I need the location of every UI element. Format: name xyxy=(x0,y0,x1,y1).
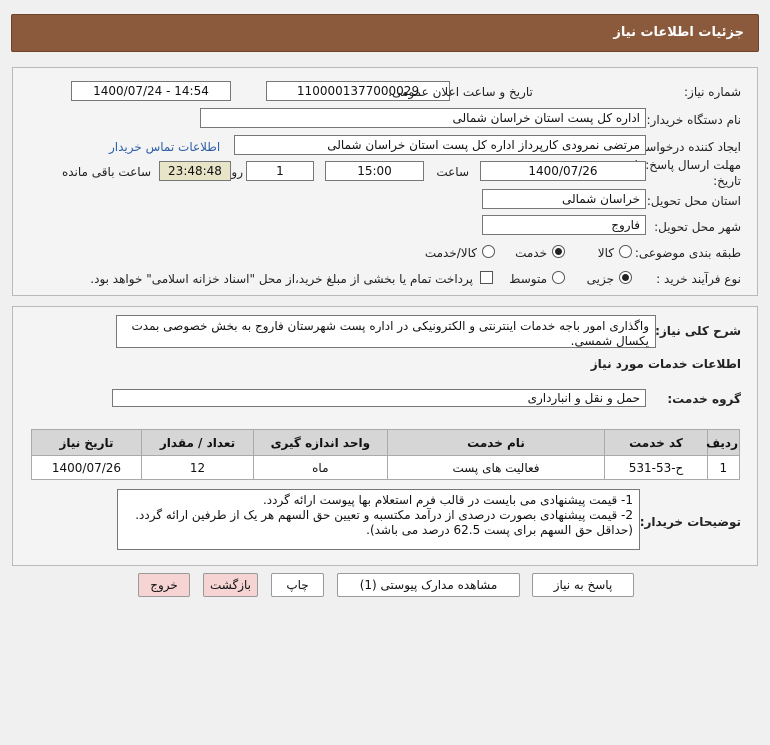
services-table-header: ردیف کد خدمت نام خدمت واحد اندازه گیری ت… xyxy=(31,429,741,456)
need-number-label: شماره نیاز: xyxy=(684,85,741,99)
cell-name: فعالیت های پست xyxy=(386,455,606,480)
category-option-goods: کالا xyxy=(597,246,614,260)
buyer-org-field: اداره کل پست استان خراسان شمالی xyxy=(200,108,646,128)
buyer-note-line: 1- قیمت پیشنهادی می بایست در قالب فرم اس… xyxy=(262,493,633,507)
buyer-notes-label: توضیحات خریدار: xyxy=(639,515,741,529)
process-option-medium: متوسط xyxy=(509,272,547,286)
requester-label: ایجاد کننده درخواست: xyxy=(630,140,741,154)
province-label: استان محل تحویل: xyxy=(646,194,741,208)
reply-button[interactable]: پاسخ به نیاز xyxy=(532,573,634,597)
summary-text: واگذاری امور باجه خدمات اینترنتی و الکتر… xyxy=(116,315,656,348)
buyer-note-line: (حداقل حق السهم برای پست 62.5 درصد می با… xyxy=(366,523,633,537)
process-option-minor: جزیی xyxy=(586,272,614,286)
days-field: 1 xyxy=(246,161,314,181)
page-header: جزئیات اطلاعات نیاز xyxy=(11,14,759,52)
city-label: شهر محل تحویل: xyxy=(654,220,741,234)
category-option-service: خدمت xyxy=(515,246,547,260)
deadline-label: مهلت ارسال پاسخ: تا xyxy=(634,158,741,172)
cell-date: 1400/07/26 xyxy=(31,455,142,480)
category-radio-goods-service[interactable] xyxy=(482,245,495,258)
category-radio-goods[interactable] xyxy=(619,245,632,258)
print-button[interactable]: چاپ xyxy=(271,573,324,597)
table-row: 1 ح-53-531 فعالیت های پست ماه 12 1400/07… xyxy=(31,455,741,480)
deadline-time-field: 15:00 xyxy=(325,161,424,181)
deadline-date-label: تاریخ: xyxy=(713,174,741,188)
view-attachments-button[interactable]: مشاهده مدارک پیوستی (1) xyxy=(337,573,520,597)
col-unit: واحد اندازه گیری xyxy=(253,429,388,456)
page-title: جزئیات اطلاعات نیاز xyxy=(613,25,744,40)
buyer-note-line: 2- قیمت پیشنهادی بصورت درصدی از درآمد مک… xyxy=(135,508,633,522)
back-button[interactable]: بازگشت xyxy=(203,573,258,597)
treasury-payment-note: پرداخت تمام یا بخشی از مبلغ خرید،از محل … xyxy=(90,272,473,286)
remaining-time-field: 23:48:48 xyxy=(159,161,231,181)
cell-unit: ماه xyxy=(253,455,388,480)
col-code: کد خدمت xyxy=(604,429,708,456)
summary-label: شرح کلی نیاز: xyxy=(655,324,741,338)
remaining-label: ساعت باقی مانده xyxy=(61,165,151,179)
buyer-contact-link[interactable]: اطلاعات تماس خریدار xyxy=(109,140,220,154)
city-field: فاروج xyxy=(482,215,646,235)
col-qty: تعداد / مقدار xyxy=(140,429,255,456)
exit-button[interactable]: خروج xyxy=(138,573,190,597)
process-label: نوع فرآیند خرید : xyxy=(656,272,741,286)
process-radio-minor[interactable] xyxy=(619,271,632,284)
cell-code: ح-53-531 xyxy=(604,455,708,480)
need-items-panel: شرح کلی نیاز: واگذاری امور باجه خدمات ای… xyxy=(12,306,758,566)
buyer-notes-text: 1- قیمت پیشنهادی می بایست در قالب فرم اس… xyxy=(117,489,640,550)
category-option-goods-service: کالا/خدمت xyxy=(424,246,477,260)
deadline-time-label: ساعت xyxy=(436,165,469,179)
service-group-field: حمل و نقل و انبارداری xyxy=(112,389,646,407)
cell-qty: 12 xyxy=(140,455,255,480)
col-date: تاریخ نیاز xyxy=(31,429,142,456)
col-name: نام خدمت xyxy=(386,429,606,456)
announce-date-field: 1400/07/24 - 14:54 xyxy=(71,81,231,101)
services-section-title: اطلاعات خدمات مورد نیاز xyxy=(590,357,741,371)
services-table: ردیف کد خدمت نام خدمت واحد اندازه گیری ت… xyxy=(31,429,741,480)
announce-date-label: تاریخ و ساعت اعلان عمومی: xyxy=(388,85,533,99)
service-group-label: گروه خدمت: xyxy=(667,392,741,406)
col-row: ردیف xyxy=(706,429,741,456)
buyer-org-label: نام دستگاه خریدار: xyxy=(646,113,742,127)
category-label: طبقه بندی موضوعی: xyxy=(634,246,741,260)
category-radio-service[interactable] xyxy=(552,245,565,258)
treasury-payment-checkbox[interactable] xyxy=(480,271,493,284)
province-field: خراسان شمالی xyxy=(482,189,646,209)
need-details-panel: شماره نیاز: 1100001377000029 تاریخ و ساع… xyxy=(12,67,758,296)
deadline-date-field: 1400/07/26 xyxy=(480,161,646,181)
cell-row: 1 xyxy=(706,455,741,480)
requester-field: مرتضی نمرودی کارپرداز اداره کل پست استان… xyxy=(234,135,646,155)
process-radio-medium[interactable] xyxy=(552,271,565,284)
